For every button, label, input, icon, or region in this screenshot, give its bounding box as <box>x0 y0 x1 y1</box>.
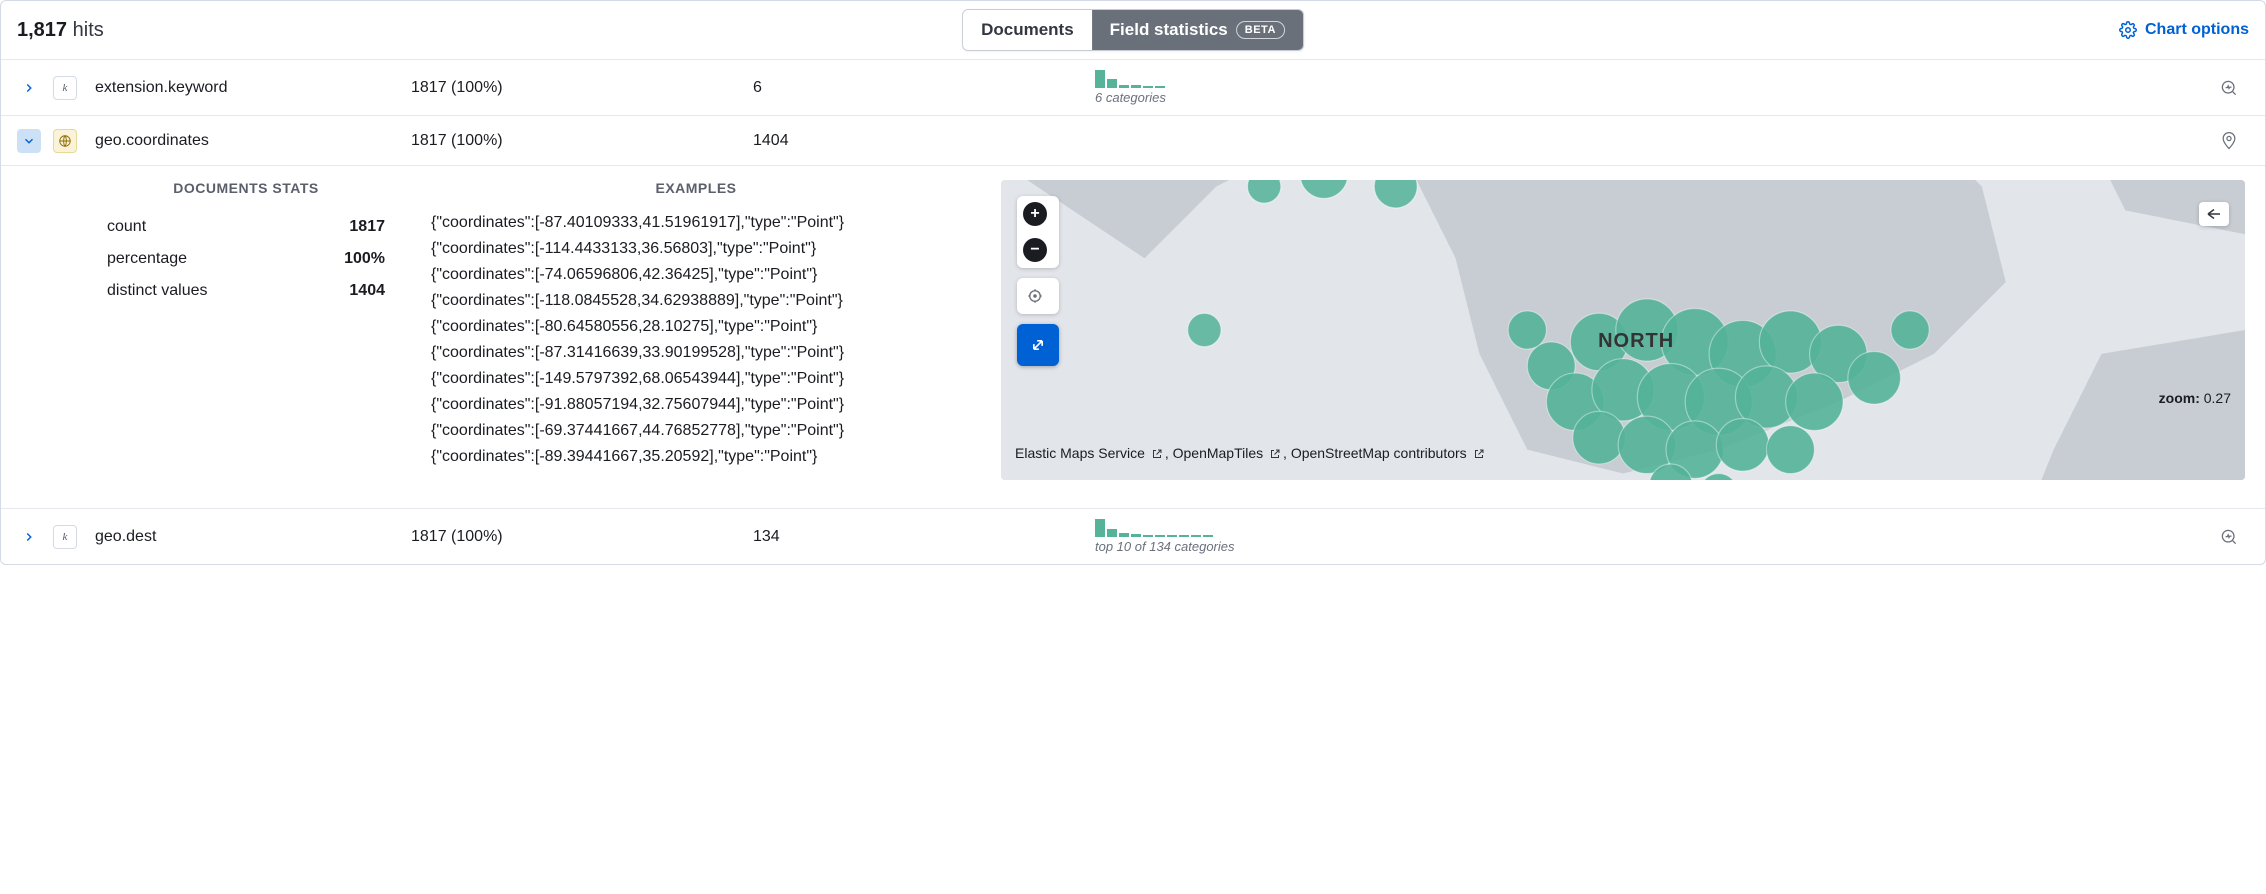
distinct-count: 1404 <box>753 132 1083 150</box>
tab-field-statistics[interactable]: Field statistics BETA <box>1092 10 1303 50</box>
documents-stats: DOCUMENTS STATS count1817 percentage100%… <box>101 180 391 480</box>
field-row-geo-dest: k geo.dest 1817 (100%) 134 top 10 of 134… <box>1 508 2265 564</box>
field-type-keyword-icon: k <box>53 76 77 100</box>
external-link-icon[interactable] <box>1151 444 1163 466</box>
example-value: {"coordinates":[-91.88057194,32.75607944… <box>431 392 961 418</box>
documents-count: 1817 (100%) <box>411 528 741 546</box>
expand-toggle[interactable] <box>17 129 41 153</box>
example-value: {"coordinates":[-114.4433133,36.56803],"… <box>431 236 961 262</box>
documents-count: 1817 (100%) <box>411 79 741 97</box>
example-value: {"coordinates":[-89.39441667,35.20592],"… <box>431 444 961 470</box>
geo-point-icon[interactable] <box>2219 131 2239 151</box>
field-name: geo.dest <box>89 528 399 546</box>
example-value: {"coordinates":[-74.06596806,42.36425],"… <box>431 262 961 288</box>
map-controls: + − <box>1017 196 1059 366</box>
tab-documents[interactable]: Documents <box>963 10 1092 50</box>
zoom-control: + − <box>1017 196 1059 268</box>
distinct-count: 6 <box>753 79 1083 97</box>
open-in-lens-icon[interactable] <box>2219 527 2239 547</box>
field-row-extension-keyword: k extension.keyword 1817 (100%) 6 6 cate… <box>1 59 2265 115</box>
map-preview[interactable]: NORTH + − <box>1001 180 2245 480</box>
example-value: {"coordinates":[-149.5797392,68.06543944… <box>431 366 961 392</box>
distinct-count: 134 <box>753 528 1083 546</box>
open-in-lens-icon[interactable] <box>2219 78 2239 98</box>
fit-data-button[interactable] <box>1017 278 1053 314</box>
field-type-keyword-icon: k <box>53 525 77 549</box>
zoom-in-button[interactable]: + <box>1023 202 1047 226</box>
field-name: extension.keyword <box>89 79 399 97</box>
gear-icon <box>2119 21 2137 39</box>
distribution-viz: top 10 of 134 categories <box>1095 519 2197 554</box>
external-link-icon[interactable] <box>1269 444 1281 466</box>
expand-toggle[interactable] <box>17 525 41 549</box>
expand-toggle[interactable] <box>17 76 41 100</box>
example-value: {"coordinates":[-87.31416639,33.90199528… <box>431 340 961 366</box>
example-value: {"coordinates":[-80.64580556,28.10275],"… <box>431 314 961 340</box>
zoom-indicator: zoom: 0.27 <box>2159 390 2231 406</box>
documents-count: 1817 (100%) <box>411 132 741 150</box>
example-value: {"coordinates":[-69.37441667,44.76852778… <box>431 418 961 444</box>
layers-toggle[interactable] <box>2199 202 2229 226</box>
external-link-icon[interactable] <box>1473 444 1485 466</box>
field-detail-panel: DOCUMENTS STATS count1817 percentage100%… <box>1 165 2265 508</box>
chart-options-button[interactable]: Chart options <box>2119 21 2249 39</box>
example-value: {"coordinates":[-87.40109333,41.51961917… <box>431 210 961 236</box>
hit-count: 1,817 hits <box>17 19 104 42</box>
field-name: geo.coordinates <box>89 132 399 150</box>
example-value: {"coordinates":[-118.0845528,34.62938889… <box>431 288 961 314</box>
field-type-geo-icon <box>53 129 77 153</box>
view-tabs: Documents Field statistics BETA <box>962 9 1304 51</box>
map-attribution: Elastic Maps Service , OpenMapTiles , Op… <box>1015 442 2231 466</box>
zoom-out-button[interactable]: − <box>1023 238 1047 262</box>
field-row-geo-coordinates: geo.coordinates 1817 (100%) 1404 <box>1 115 2265 165</box>
distribution-viz: 6 categories <box>1095 70 2197 105</box>
header-bar: 1,817 hits Documents Field statistics BE… <box>1 1 2265 59</box>
map-continent-label: NORTH <box>1598 330 1674 353</box>
beta-badge: BETA <box>1236 21 1285 39</box>
expand-map-button[interactable] <box>1017 324 1059 366</box>
examples: EXAMPLES {"coordinates":[-87.40109333,41… <box>431 180 961 480</box>
field-statistics-panel: 1,817 hits Documents Field statistics BE… <box>0 0 2266 565</box>
